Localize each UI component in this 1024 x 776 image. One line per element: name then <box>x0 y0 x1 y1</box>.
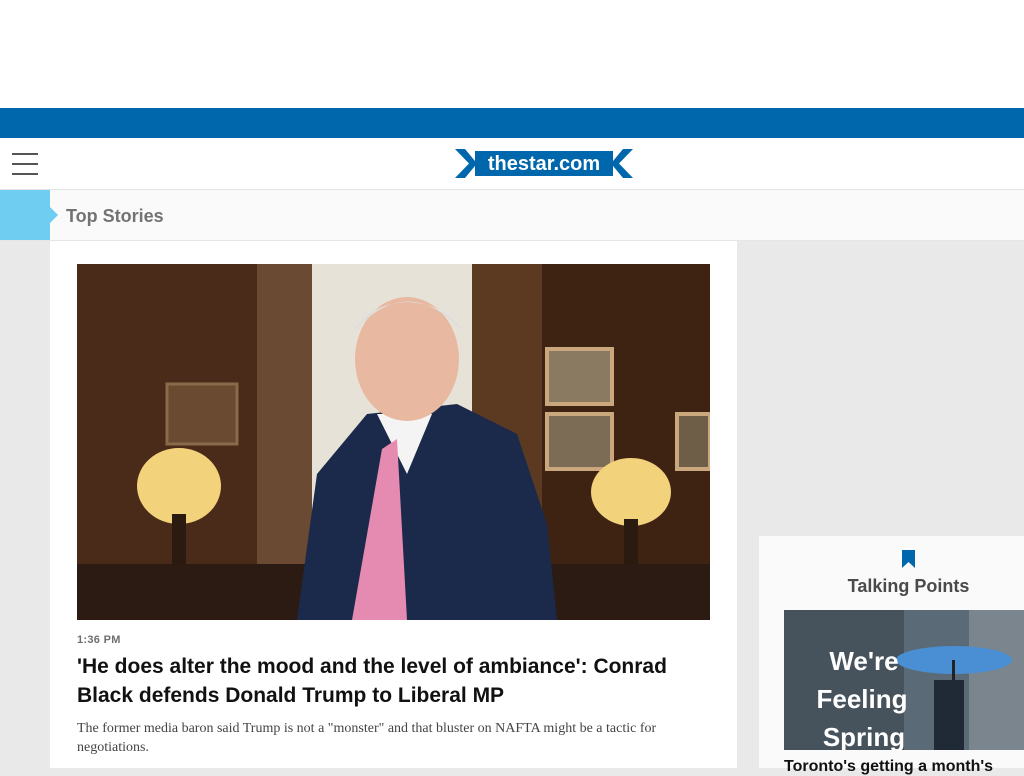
advertisement-banner <box>0 0 1024 108</box>
section-flag <box>0 190 58 240</box>
story-summary: The former media baron said Trump is not… <box>77 721 657 755</box>
site-header: thestar.com <box>0 138 1024 190</box>
top-brand-bar <box>0 108 1024 138</box>
talking-points-card[interactable]: Talking Points We're Feeling Spring Toro… <box>759 536 1024 775</box>
svg-text:We're: We're <box>829 646 898 676</box>
section-bar: Top Stories <box>0 190 1024 241</box>
logo-text: thestar.com <box>488 153 600 175</box>
bookmark-icon <box>902 550 915 568</box>
site-logo[interactable]: thestar.com <box>455 149 633 178</box>
lead-story-card[interactable]: 1:36 PM 'He does alter the mood and the … <box>50 241 737 768</box>
section-title[interactable]: Top Stories <box>66 206 164 227</box>
hamburger-menu-icon[interactable] <box>12 153 38 175</box>
lead-story-image[interactable] <box>77 264 710 620</box>
svg-text:Spring: Spring <box>823 722 905 750</box>
talking-points-title: Talking Points <box>847 576 970 596</box>
talking-points-image[interactable]: We're Feeling Spring <box>784 610 1024 750</box>
story-headline[interactable]: 'He does alter the mood and the level of… <box>77 652 717 710</box>
talking-points-headline[interactable]: Toronto's getting a month's <box>784 758 1024 776</box>
svg-text:Feeling: Feeling <box>816 684 907 714</box>
story-timestamp: 1:36 PM <box>77 634 121 646</box>
